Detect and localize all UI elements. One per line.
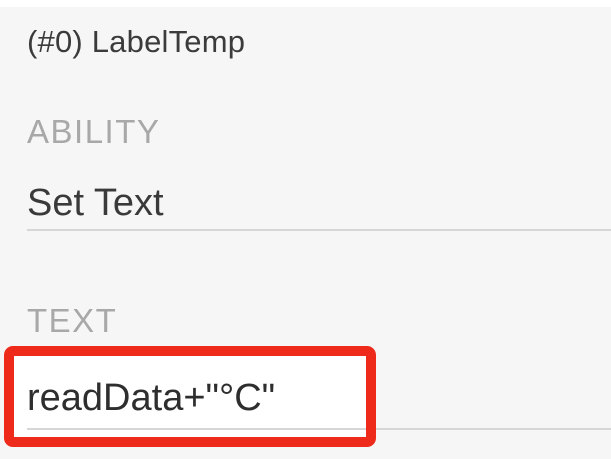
block-title: (#0) LabelTemp [27,24,246,59]
block-properties-panel: (#0) LabelTemp ABILITY Set Text TEXT rea… [0,0,611,459]
panel-top-strip [0,0,611,7]
text-input-value: readData+"°C" [27,377,276,419]
text-input[interactable]: readData+"°C" [27,372,611,430]
ability-select[interactable]: Set Text [27,180,611,231]
ability-label: ABILITY [27,113,161,150]
text-label: TEXT [27,302,118,339]
ability-value: Set Text [27,182,164,224]
